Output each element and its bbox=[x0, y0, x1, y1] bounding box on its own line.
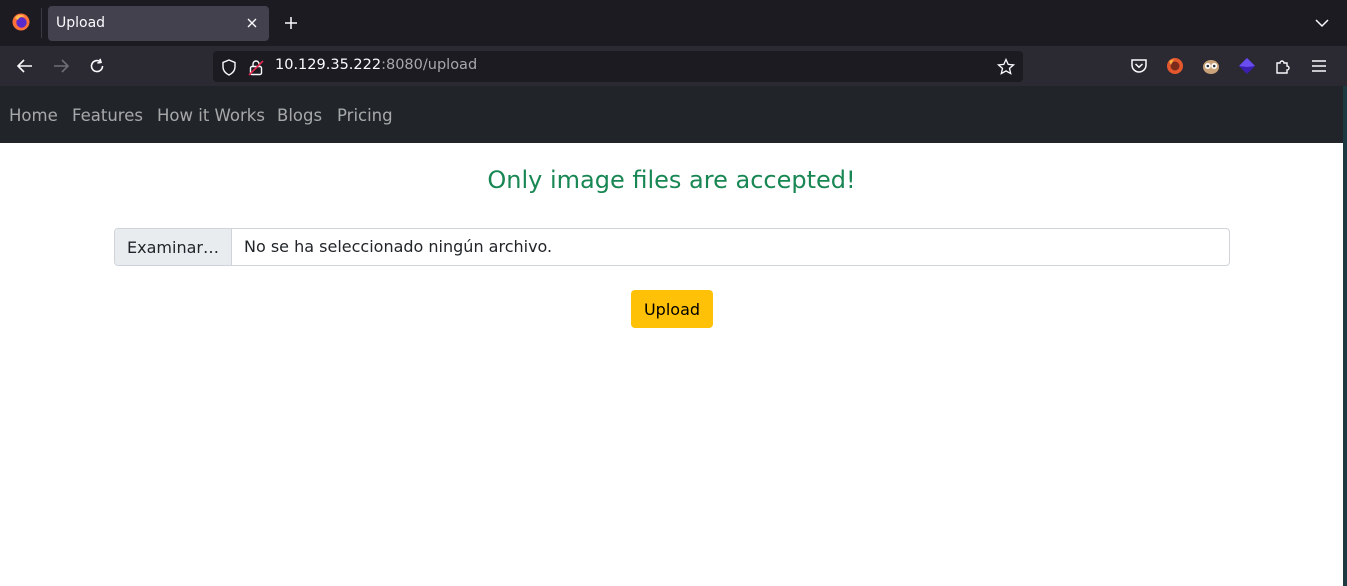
new-tab-icon[interactable] bbox=[280, 12, 302, 34]
hamburger-menu-icon[interactable] bbox=[1308, 55, 1330, 77]
web-page: Home Features How it Works Blogs Pricing… bbox=[0, 86, 1343, 586]
close-icon[interactable] bbox=[244, 15, 260, 31]
desktop-background-edge bbox=[1343, 86, 1347, 586]
upload-button[interactable]: Upload bbox=[631, 290, 713, 328]
url-host: 10.129.35.222 bbox=[275, 57, 382, 73]
tab-bar: Upload bbox=[0, 0, 1347, 46]
tab-separator bbox=[41, 8, 42, 38]
navigation-toolbar: 10.129.35.222:8080/upload bbox=[0, 46, 1347, 86]
forward-arrow-icon[interactable] bbox=[49, 54, 73, 78]
file-upload-input[interactable]: Examinar… No se ha seleccionado ningún a… bbox=[114, 228, 1230, 266]
tab-title: Upload bbox=[56, 15, 106, 31]
page-heading: Only image files are accepted! bbox=[487, 166, 856, 194]
nav-link-pricing[interactable]: Pricing bbox=[337, 106, 393, 125]
nav-link-blogs[interactable]: Blogs bbox=[277, 106, 322, 125]
extension-cube-icon[interactable] bbox=[1236, 55, 1258, 77]
chevron-down-icon[interactable] bbox=[1313, 14, 1331, 32]
nav-link-home[interactable]: Home bbox=[9, 106, 58, 125]
reload-icon[interactable] bbox=[85, 54, 109, 78]
url-bar[interactable]: 10.129.35.222:8080/upload bbox=[213, 51, 1023, 82]
url-text: 10.129.35.222:8080/upload bbox=[275, 57, 477, 73]
file-status-text: No se ha seleccionado ningún archivo. bbox=[244, 237, 553, 256]
firefox-icon[interactable] bbox=[10, 11, 32, 33]
extension-fox-icon[interactable] bbox=[1164, 55, 1186, 77]
back-arrow-icon[interactable] bbox=[13, 54, 37, 78]
tab-upload[interactable]: Upload bbox=[48, 6, 269, 41]
shield-icon[interactable] bbox=[220, 58, 238, 76]
extensions-puzzle-icon[interactable] bbox=[1272, 55, 1294, 77]
browse-button[interactable]: Examinar… bbox=[115, 229, 232, 265]
url-path: :8080/upload bbox=[381, 57, 478, 73]
bookmark-star-icon[interactable] bbox=[997, 58, 1015, 76]
pocket-icon[interactable] bbox=[1128, 55, 1150, 77]
site-navbar: Home Features How it Works Blogs Pricing bbox=[0, 86, 1343, 143]
extension-owl-icon[interactable] bbox=[1200, 55, 1222, 77]
nav-link-features[interactable]: Features bbox=[72, 106, 143, 125]
insecure-lock-icon[interactable] bbox=[247, 58, 265, 76]
nav-link-how-it-works[interactable]: How it Works bbox=[157, 106, 265, 125]
